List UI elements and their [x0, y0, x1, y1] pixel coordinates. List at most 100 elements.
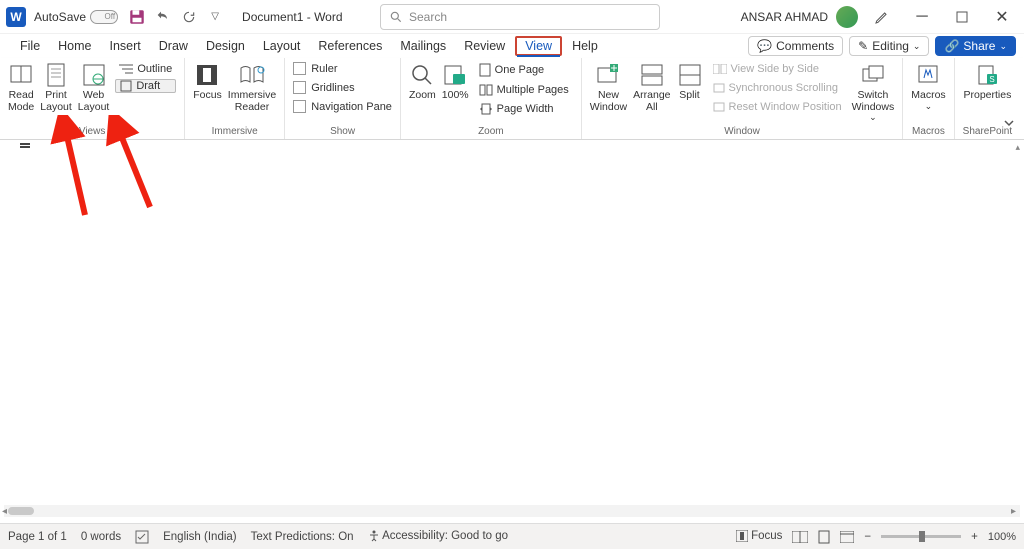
tab-references[interactable]: References [310, 37, 390, 55]
editing-mode-button[interactable]: ✎Editing⌄ [849, 36, 929, 56]
draft-button[interactable]: Draft [115, 79, 176, 93]
comments-button[interactable]: 💬Comments [748, 36, 843, 56]
scroll-right-arrow[interactable]: ▸ [1011, 506, 1016, 517]
scroll-left-arrow[interactable]: ◂ [2, 506, 7, 517]
macros-button[interactable]: Macros ⌄ [911, 62, 945, 111]
scrollbar-thumb[interactable] [8, 507, 34, 515]
new-window-button[interactable]: New Window [590, 62, 627, 113]
focus-icon [194, 62, 220, 88]
reset-pos-icon [713, 102, 725, 112]
zoom-in-button[interactable]: + [971, 531, 978, 543]
properties-button[interactable]: S Properties [963, 62, 1011, 102]
status-bar: Page 1 of 1 0 words English (India) Text… [0, 523, 1024, 549]
multiple-pages-button[interactable]: Multiple Pages [475, 83, 573, 97]
horizontal-scrollbar[interactable]: ◂ ▸ [4, 505, 1020, 517]
group-window: New Window Arrange All Split View Side b… [582, 58, 903, 139]
print-layout-icon [43, 62, 69, 88]
web-layout-icon [81, 62, 107, 88]
one-page-button[interactable]: One Page [475, 62, 573, 78]
status-page[interactable]: Page 1 of 1 [8, 531, 67, 543]
status-accessibility[interactable]: Accessibility: Good to go [368, 530, 508, 542]
switch-windows-button[interactable]: Switch Windows ⌄ [852, 62, 895, 123]
avatar[interactable] [836, 6, 858, 28]
outline-button[interactable]: Outline [115, 62, 176, 76]
tab-mailings[interactable]: Mailings [392, 37, 454, 55]
qat-customize[interactable]: ▽ [204, 6, 226, 28]
multi-pages-icon [479, 84, 493, 96]
undo-button[interactable] [152, 6, 174, 28]
hundred-percent-button[interactable]: 100% [442, 62, 469, 102]
tab-help[interactable]: Help [564, 37, 606, 55]
pen-icon [874, 9, 890, 25]
document-area[interactable]: ▴ ◂ ▸ [0, 140, 1024, 519]
arrange-all-icon [639, 62, 665, 88]
search-placeholder: Search [409, 10, 447, 24]
draft-icon [120, 80, 132, 92]
share-icon: 🔗 [944, 39, 959, 53]
maximize-button[interactable] [946, 4, 978, 30]
arrange-all-button[interactable]: Arrange All [633, 62, 670, 113]
autosave-label: AutoSave [34, 10, 86, 24]
tab-design[interactable]: Design [198, 37, 253, 55]
gridlines-checkbox[interactable]: Gridlines [293, 81, 392, 94]
tab-insert[interactable]: Insert [102, 37, 149, 55]
group-immersive: Focus Immersive Reader Immersive [185, 58, 285, 139]
reset-window-position-button: Reset Window Position [709, 100, 846, 114]
read-mode-button[interactable]: Read Mode [8, 62, 34, 113]
status-word-count[interactable]: 0 words [81, 531, 121, 543]
close-button[interactable]: ✕ [986, 4, 1018, 30]
autosave-toggle[interactable]: Off [90, 10, 118, 24]
pencil-icon: ✎ [858, 39, 868, 53]
word-app-icon: W [6, 7, 26, 27]
status-text-predictions[interactable]: Text Predictions: On [251, 531, 354, 543]
synchronous-scrolling-button: Synchronous Scrolling [709, 81, 846, 95]
view-side-by-side-button: View Side by Side [709, 62, 846, 76]
split-button[interactable]: Split [677, 62, 703, 102]
zoom-out-button[interactable]: − [864, 531, 871, 543]
outline-icon [119, 63, 133, 75]
maximize-icon [956, 11, 968, 23]
zoom-percent[interactable]: 100% [988, 531, 1016, 543]
page-width-icon [479, 103, 493, 115]
search-input[interactable]: Search [380, 4, 660, 30]
zoom-slider[interactable] [881, 535, 961, 538]
group-macros: Macros ⌄ Macros [903, 58, 954, 139]
title-bar: W AutoSave Off ▽ Document1 - Word Search… [0, 0, 1024, 34]
chevron-down-icon: ⌄ [925, 102, 933, 112]
share-button[interactable]: 🔗Share⌄ [935, 36, 1016, 56]
view-read-mode-button[interactable] [792, 531, 808, 543]
group-views: Read Mode Print Layout Web Layout Outlin… [0, 58, 185, 139]
status-spellcheck-icon[interactable] [135, 530, 149, 544]
zoom-button[interactable]: Zoom [409, 62, 436, 102]
navigation-pane-checkbox[interactable]: Navigation Pane [293, 100, 392, 113]
view-print-layout-button[interactable] [818, 530, 830, 544]
split-icon [677, 62, 703, 88]
ruler-checkbox[interactable]: Ruler [293, 62, 392, 75]
scroll-up-indicator[interactable]: ▴ [1015, 142, 1020, 153]
status-focus-button[interactable]: Focus [736, 530, 783, 542]
web-layout-button[interactable]: Web Layout [78, 62, 110, 113]
redo-button[interactable] [178, 6, 200, 28]
pen-mode-button[interactable] [866, 4, 898, 30]
tab-file[interactable]: File [12, 37, 48, 55]
collapse-ribbon-button[interactable] [1002, 116, 1016, 130]
search-icon [389, 10, 403, 24]
tab-view[interactable]: View [515, 36, 562, 56]
immersive-reader-button[interactable]: Immersive Reader [228, 62, 276, 113]
ribbon: Read Mode Print Layout Web Layout Outlin… [0, 58, 1024, 140]
hundred-icon [442, 62, 468, 88]
group-label-macros: Macros [912, 124, 945, 137]
immersive-reader-icon [239, 62, 265, 88]
tab-review[interactable]: Review [456, 37, 513, 55]
save-button[interactable] [126, 6, 148, 28]
tab-home[interactable]: Home [50, 37, 99, 55]
group-label-window: Window [724, 124, 760, 137]
minimize-button[interactable]: ─ [906, 4, 938, 30]
view-web-layout-button[interactable] [840, 531, 854, 543]
tab-draw[interactable]: Draw [151, 37, 196, 55]
print-layout-button[interactable]: Print Layout [40, 62, 72, 113]
page-width-button[interactable]: Page Width [475, 102, 573, 116]
focus-button[interactable]: Focus [193, 62, 222, 102]
tab-layout[interactable]: Layout [255, 37, 309, 55]
status-language[interactable]: English (India) [163, 531, 237, 543]
